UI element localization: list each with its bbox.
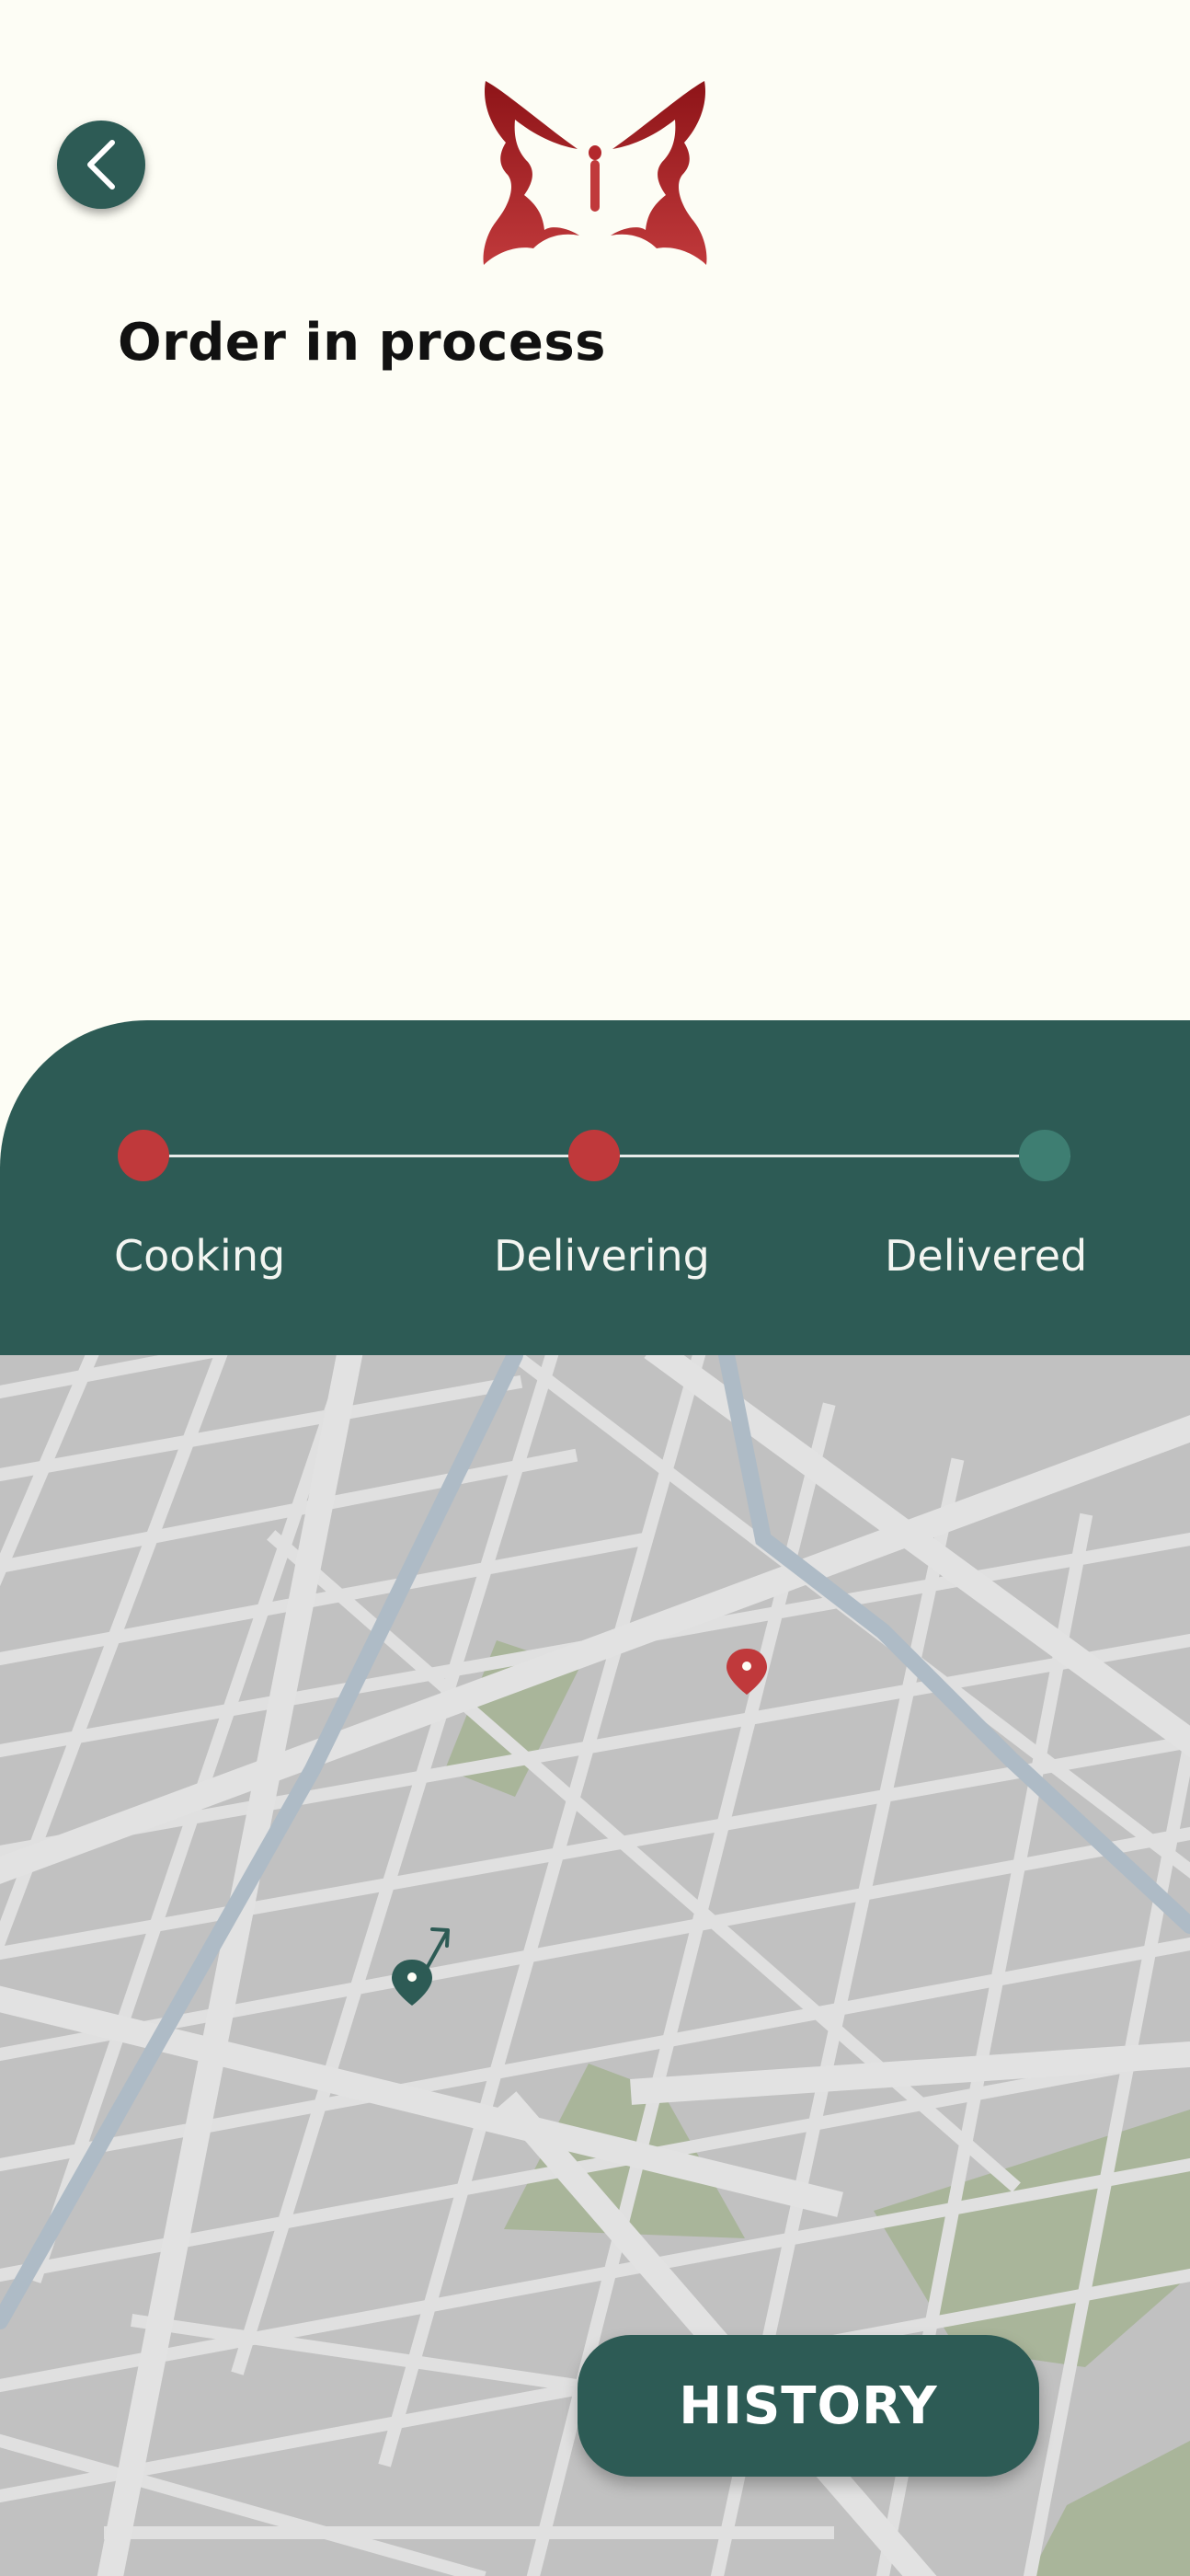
page-title: Order in process xyxy=(118,313,606,373)
order-tracking-screen: Order in process Cooking Delivering Deli… xyxy=(0,0,1190,2576)
butterfly-logo xyxy=(483,81,707,265)
order-status-panel xyxy=(0,1020,1190,1355)
step-dot-delivering xyxy=(568,1130,620,1181)
history-button[interactable]: HISTORY xyxy=(578,2335,1039,2477)
chevron-left-icon xyxy=(87,140,115,190)
step-label-cooking: Cooking xyxy=(114,1231,286,1281)
step-dot-cooking xyxy=(118,1130,169,1181)
step-dot-delivered xyxy=(1019,1130,1070,1181)
step-label-delivered: Delivered xyxy=(885,1231,1088,1281)
step-label-delivering: Delivering xyxy=(494,1231,710,1281)
back-button[interactable] xyxy=(57,121,145,209)
